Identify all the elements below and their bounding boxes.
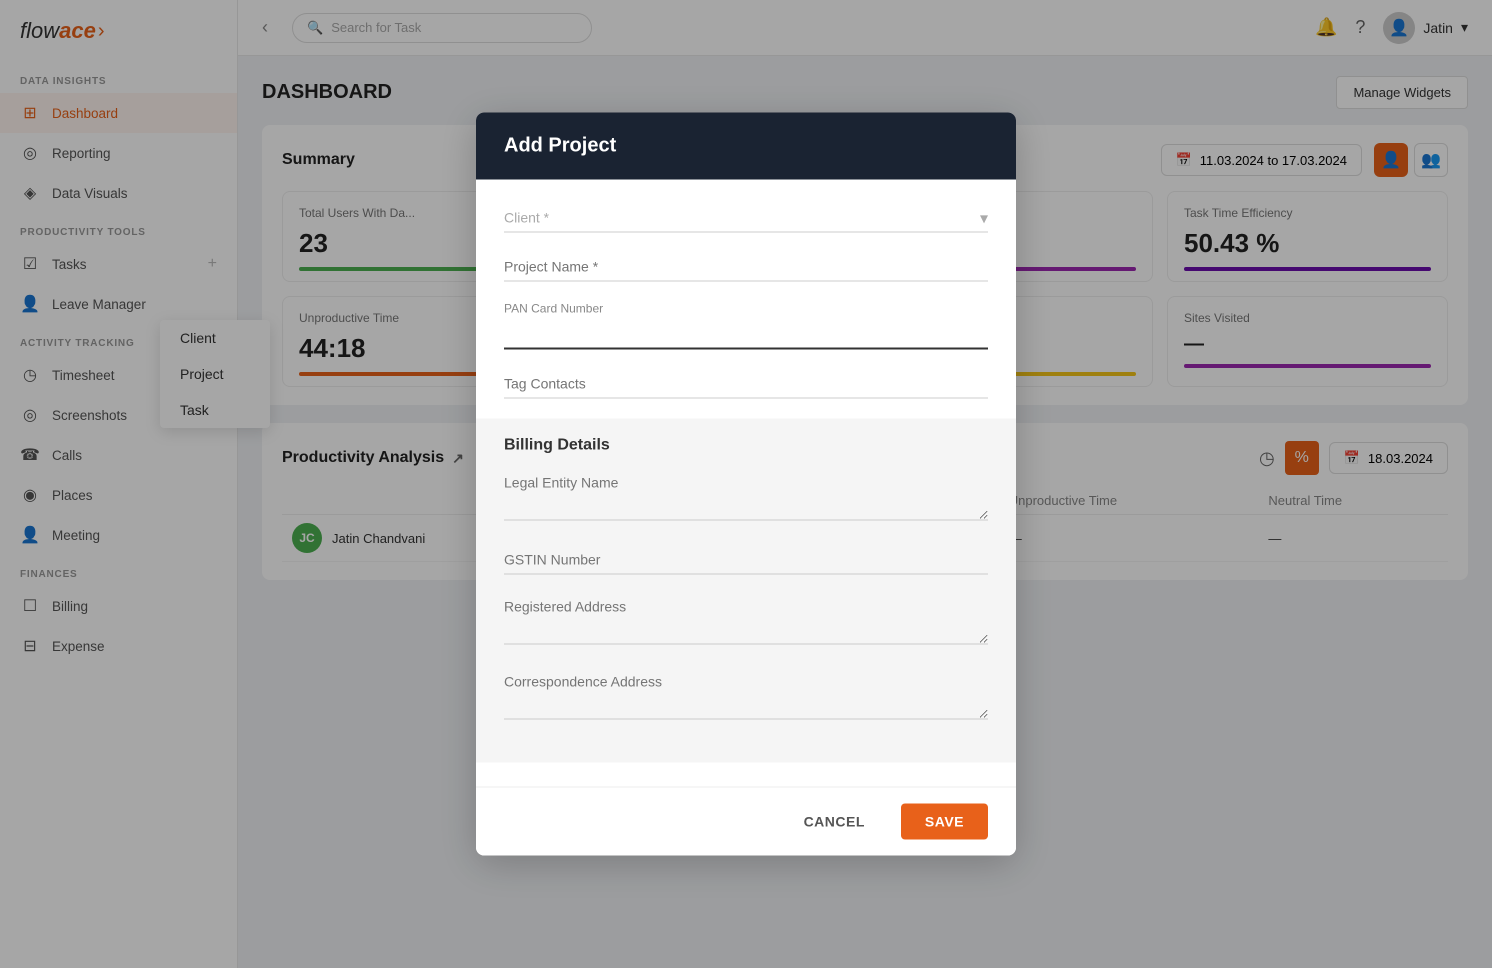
client-select[interactable]: Client *	[504, 204, 988, 233]
modal-header: Add Project	[476, 113, 1016, 180]
save-button[interactable]: SAVE	[901, 804, 988, 840]
tag-contacts-input[interactable]	[504, 370, 988, 399]
correspondence-address-input[interactable]	[504, 670, 988, 720]
modal-title: Add Project	[504, 135, 616, 157]
gstin-field	[504, 546, 988, 575]
pan-card-label: PAN Card Number	[504, 302, 988, 316]
billing-title: Billing Details	[504, 437, 988, 455]
project-name-input[interactable]	[504, 253, 988, 282]
client-select-wrapper: Client *	[504, 204, 988, 233]
tag-contacts-field	[504, 370, 988, 399]
legal-entity-field	[504, 471, 988, 526]
modal-body: Client * PAN Card Number Billing Details	[476, 180, 1016, 787]
legal-entity-input[interactable]	[504, 471, 988, 521]
registered-address-input[interactable]	[504, 595, 988, 645]
project-name-field	[504, 253, 988, 282]
cancel-button[interactable]: CANCEL	[780, 804, 889, 840]
modal-footer: CANCEL SAVE	[476, 787, 1016, 856]
pan-card-field: PAN Card Number	[504, 302, 988, 350]
registered-address-field	[504, 595, 988, 650]
pan-card-input[interactable]	[504, 320, 988, 350]
add-project-modal: Add Project Client * PAN Card Number Bil…	[476, 113, 1016, 856]
correspondence-address-field	[504, 670, 988, 725]
client-field: Client *	[504, 204, 988, 233]
billing-section: Billing Details	[476, 419, 1016, 763]
gstin-input[interactable]	[504, 546, 988, 575]
